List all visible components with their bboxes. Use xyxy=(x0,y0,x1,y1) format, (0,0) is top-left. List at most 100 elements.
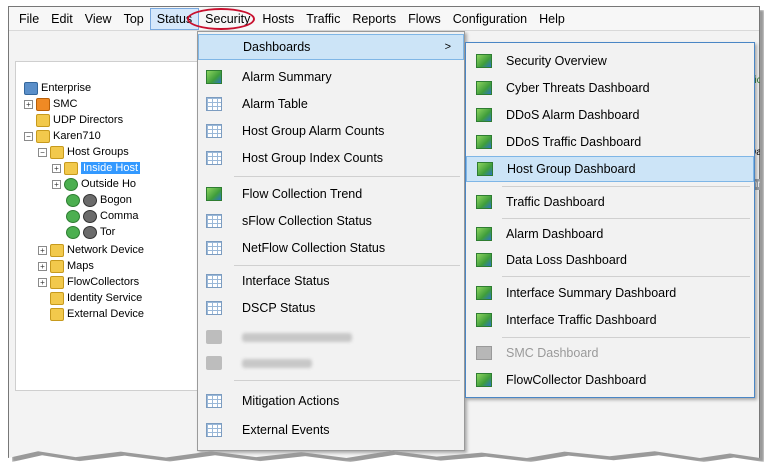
menu-reports[interactable]: Reports xyxy=(346,8,402,30)
menu-item-flow-collection-trend[interactable]: Flow Collection Trend xyxy=(198,181,464,207)
menu-item-label: External Events xyxy=(242,423,330,437)
menu-item-label: Dashboards xyxy=(243,40,311,54)
menu-item-alarm-table[interactable]: Alarm Table xyxy=(198,91,464,117)
menu-item-host-group-dashboard[interactable]: Host Group Dashboard xyxy=(466,156,754,182)
menu-item-netflow-collection-status[interactable]: NetFlow Collection Status xyxy=(198,235,464,261)
menu-item-ddos-alarm-dashboard[interactable]: DDoS Alarm Dashboard xyxy=(466,102,754,128)
tree-node-flowcollectors[interactable]: + FlowCollectors xyxy=(38,274,139,290)
menu-item-host-group-index-counts[interactable]: Host Group Index Counts xyxy=(198,145,464,171)
menu-item-label: DDoS Traffic Dashboard xyxy=(506,135,642,149)
menu-item-security-overview[interactable]: Security Overview xyxy=(466,48,754,74)
menu-item-flowcollector-dashboard[interactable]: FlowCollector Dashboard xyxy=(466,367,754,393)
menu-separator xyxy=(502,218,750,219)
globe-icon xyxy=(66,193,80,207)
chart-icon xyxy=(206,70,222,84)
menu-item-interface-traffic-dashboard[interactable]: Interface Traffic Dashboard xyxy=(466,307,754,333)
menu-item-label: NetFlow Collection Status xyxy=(242,241,386,255)
expand-icon[interactable]: + xyxy=(52,163,61,173)
chart-icon xyxy=(476,54,492,68)
tree-node-smc[interactable]: + SMC xyxy=(24,96,77,112)
menu-hosts[interactable]: Hosts xyxy=(256,8,300,30)
tree-node-maps[interactable]: + Maps xyxy=(38,258,94,274)
globe-icon xyxy=(64,177,78,191)
folder-icon xyxy=(36,129,50,143)
menu-item-label: DDoS Alarm Dashboard xyxy=(506,108,640,122)
expand-icon[interactable]: + xyxy=(52,179,61,189)
table-icon xyxy=(206,214,222,228)
table-icon xyxy=(206,394,222,408)
collapse-icon[interactable]: − xyxy=(24,131,33,141)
tree-node-bogon[interactable]: Bogon xyxy=(66,192,132,208)
menu-item-alarm-dashboard[interactable]: Alarm Dashboard xyxy=(466,221,754,247)
globe-icon xyxy=(66,209,80,223)
tree-node-inside-hosts[interactable]: + Inside Host xyxy=(52,160,141,176)
menu-edit[interactable]: Edit xyxy=(45,8,79,30)
menu-item-ddos-traffic-dashboard[interactable]: DDoS Traffic Dashboard xyxy=(466,129,754,155)
menu-item-label: Cyber Threats Dashboard xyxy=(506,81,650,95)
pirate-icon xyxy=(83,209,97,223)
expand-icon[interactable]: + xyxy=(38,261,47,271)
tree-node-udp-directors[interactable]: UDP Directors xyxy=(36,112,123,128)
menu-item-traffic-dashboard[interactable]: Traffic Dashboard xyxy=(466,189,754,215)
blurred-label xyxy=(242,332,352,342)
menu-item-label: Host Group Alarm Counts xyxy=(242,124,385,138)
menu-item-sflow-collection-status[interactable]: sFlow Collection Status xyxy=(198,208,464,234)
menu-top[interactable]: Top xyxy=(118,8,150,30)
menu-item-interface-summary-dashboard[interactable]: Interface Summary Dashboard xyxy=(466,280,754,306)
chart-icon xyxy=(476,253,492,267)
tree-node-tor[interactable]: Tor xyxy=(66,224,115,240)
smc-icon xyxy=(36,97,50,111)
enterprise-icon xyxy=(24,81,38,95)
menu-item-blurred[interactable] xyxy=(198,324,464,350)
tree-label: Host Groups xyxy=(67,146,129,158)
table-icon xyxy=(206,151,222,165)
menu-item-blurred[interactable] xyxy=(198,350,464,376)
chart-icon xyxy=(476,313,492,327)
menu-item-mitigation-actions[interactable]: Mitigation Actions xyxy=(198,388,464,414)
menu-item-data-loss-dashboard[interactable]: Data Loss Dashboard xyxy=(466,247,754,273)
menu-item-label: Interface Traffic Dashboard xyxy=(506,313,657,327)
menu-separator xyxy=(502,276,750,277)
menu-help[interactable]: Help xyxy=(533,8,571,30)
menu-item-host-group-alarm-counts[interactable]: Host Group Alarm Counts xyxy=(198,118,464,144)
tree-node-enterprise[interactable]: Enterprise xyxy=(24,80,91,96)
tree-node-external-devices[interactable]: External Device xyxy=(50,306,144,322)
menu-item-label: Alarm Dashboard xyxy=(506,227,604,241)
tree-label: Tor xyxy=(100,226,116,238)
table-icon xyxy=(206,124,222,138)
menu-item-external-events[interactable]: External Events xyxy=(198,417,464,443)
expand-icon[interactable]: + xyxy=(38,245,47,255)
menu-item-label: FlowCollector Dashboard xyxy=(506,373,647,387)
menu-item-dashboards[interactable]: Dashboards > xyxy=(198,34,464,60)
folder-icon xyxy=(50,291,64,305)
menu-separator xyxy=(234,265,460,266)
menu-item-interface-status[interactable]: Interface Status xyxy=(198,268,464,294)
collapse-icon[interactable]: − xyxy=(38,147,47,157)
table-icon xyxy=(206,423,222,437)
menu-view[interactable]: View xyxy=(79,8,118,30)
menu-item-alarm-summary[interactable]: Alarm Summary xyxy=(198,64,464,90)
tree-node-command[interactable]: Comma xyxy=(66,208,139,224)
chart-icon xyxy=(477,162,493,176)
tree-node-identity-services[interactable]: Identity Service xyxy=(50,290,142,306)
tree-node-host-groups[interactable]: − Host Groups xyxy=(38,144,129,160)
chart-icon xyxy=(206,187,222,201)
menu-flows[interactable]: Flows xyxy=(402,8,447,30)
tree-node-outside-hosts[interactable]: + Outside Ho xyxy=(52,176,136,192)
tree-label: SMC xyxy=(53,98,78,110)
menu-item-label: Alarm Summary xyxy=(242,70,332,84)
menu-item-dscp-status[interactable]: DSCP Status xyxy=(198,295,464,321)
tree-node-karen710[interactable]: − Karen710 xyxy=(24,128,101,144)
menu-item-cyber-threats-dashboard[interactable]: Cyber Threats Dashboard xyxy=(466,75,754,101)
tree-node-network-devices[interactable]: + Network Device xyxy=(38,242,144,258)
menu-item-label: Security Overview xyxy=(506,54,607,68)
menu-traffic[interactable]: Traffic xyxy=(300,8,346,30)
expand-icon[interactable]: + xyxy=(24,99,33,109)
menu-file[interactable]: File xyxy=(13,8,45,30)
tree-label: Identity Service xyxy=(67,292,143,304)
enterprise-tree: Enterprise + SMC UDP Directors − Karen71… xyxy=(15,61,205,391)
expand-icon[interactable]: + xyxy=(38,277,47,287)
menu-configuration[interactable]: Configuration xyxy=(447,8,533,30)
table-icon xyxy=(206,274,222,288)
blurred-icon xyxy=(206,330,222,344)
